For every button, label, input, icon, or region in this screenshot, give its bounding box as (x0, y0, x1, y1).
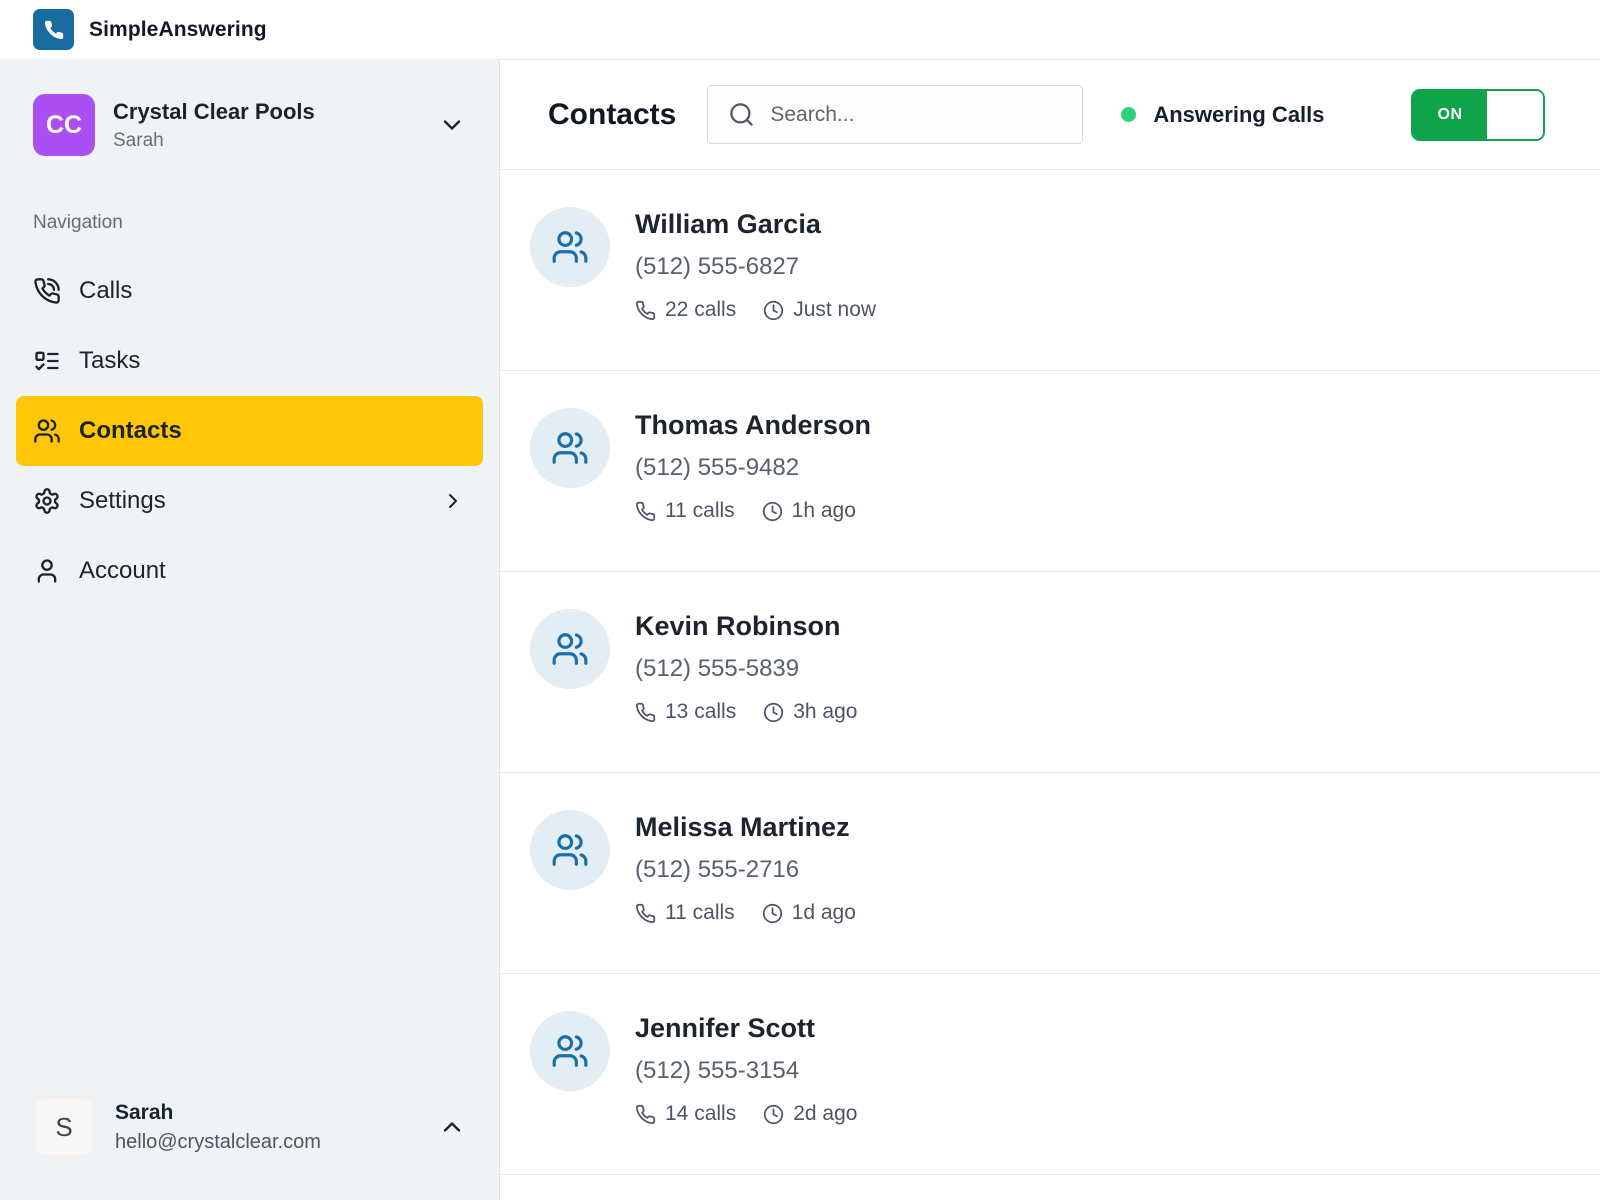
phone-icon (635, 1104, 656, 1125)
chevron-right-icon (441, 489, 465, 513)
contact-phone: (512) 555-6827 (635, 253, 800, 280)
main-header: Contacts Answering Calls ON (500, 60, 1600, 170)
users-icon (551, 831, 589, 869)
contact-name: William Garcia (635, 209, 821, 239)
contact-name: Jennifer Scott (635, 1013, 816, 1043)
contact-last-call: Just now (793, 298, 877, 321)
sidebar-item-label: Tasks (79, 347, 141, 374)
contact-phone: (512) 555-5839 (635, 655, 800, 682)
contact-list: William Garcia (512) 555-6827 22 calls J… (500, 170, 1600, 1200)
clock-icon (762, 501, 783, 522)
contact-calls-count: 22 calls (665, 298, 737, 321)
contact-last-call: 2d ago (793, 1102, 858, 1125)
phone-icon (635, 501, 656, 522)
search-icon (728, 101, 755, 128)
user-menu[interactable]: S Sarah hello@crystalclear.com (0, 1099, 499, 1155)
phone-icon (635, 903, 656, 924)
chevron-down-icon[interactable] (438, 111, 466, 139)
user-name: Sarah (115, 1100, 174, 1124)
contact-calls-count: 11 calls (665, 901, 735, 924)
contact-row[interactable]: Kevin Robinson (512) 555-5839 13 calls 3… (500, 572, 1600, 773)
user-icon (33, 557, 61, 585)
contact-name: Thomas Anderson (635, 410, 872, 440)
sidebar-item-tasks[interactable]: Tasks (16, 326, 483, 396)
search-input[interactable] (770, 102, 1067, 127)
status-label: Answering Calls (1153, 101, 1325, 127)
contact-avatar (530, 609, 610, 689)
topbar: SimpleAnswering (0, 0, 1600, 60)
list-todo-icon (33, 347, 61, 375)
contact-avatar (530, 207, 610, 287)
phone-icon (43, 19, 65, 41)
sidebar-item-account[interactable]: Account (16, 536, 483, 606)
nav-section-label: Navigation (33, 212, 123, 233)
user-avatar: S (36, 1099, 92, 1155)
org-subtitle: Sarah (113, 129, 164, 151)
contact-row[interactable]: Thomas Anderson (512) 555-9482 11 calls (500, 371, 1600, 572)
contact-calls-count: 11 calls (665, 499, 735, 522)
toggle-on-segment[interactable]: ON (1413, 90, 1488, 139)
users-icon (551, 630, 589, 668)
contact-name: Melissa Martinez (635, 812, 850, 842)
answering-toggle[interactable]: ON (1411, 88, 1545, 141)
sidebar-item-label: Contacts (79, 417, 182, 444)
nav-list: Calls Tasks Contacts Settings Account (0, 256, 499, 606)
org-switcher[interactable]: CC Crystal Clear Pools Sarah (0, 94, 499, 156)
phone-icon (635, 300, 656, 321)
contact-last-call: 1h ago (791, 499, 856, 522)
user-email: hello@crystalclear.com (115, 1130, 321, 1153)
users-icon (33, 417, 61, 445)
sidebar: CC Crystal Clear Pools Sarah Navigation … (0, 60, 500, 1200)
app-title: SimpleAnswering (89, 17, 267, 41)
chevron-up-icon[interactable] (438, 1113, 466, 1141)
contact-name: Kevin Robinson (635, 611, 841, 641)
clock-icon (763, 300, 784, 321)
phone-icon (635, 702, 656, 723)
contact-phone: (512) 555-9482 (635, 454, 800, 481)
contact-last-call: 1d ago (791, 901, 856, 924)
sidebar-item-label: Settings (79, 487, 166, 514)
contact-calls-count: 14 calls (665, 1102, 737, 1125)
answering-status: Answering Calls (1121, 101, 1325, 128)
sidebar-item-calls[interactable]: Calls (16, 256, 483, 326)
clock-icon (763, 702, 784, 723)
users-icon (551, 228, 589, 266)
clock-icon (762, 903, 783, 924)
contact-phone: (512) 555-3154 (635, 1057, 800, 1084)
contact-avatar (530, 1011, 610, 1091)
org-avatar: CC (33, 94, 95, 156)
contact-avatar (530, 408, 610, 488)
contact-row[interactable]: Melissa Martinez (512) 555-2716 11 calls (500, 773, 1600, 974)
contact-last-call: 3h ago (793, 700, 858, 723)
contact-row[interactable]: Jennifer Scott (512) 555-3154 14 calls 2… (500, 974, 1600, 1175)
contact-row[interactable]: William Garcia (512) 555-6827 22 calls J… (500, 170, 1600, 371)
app-logo (33, 9, 74, 50)
contact-phone: (512) 555-2716 (635, 856, 800, 883)
sidebar-item-settings[interactable]: Settings (16, 466, 483, 536)
org-name: Crystal Clear Pools (113, 98, 315, 124)
gear-icon (33, 487, 61, 515)
sidebar-item-label: Calls (79, 277, 133, 304)
main-content: Contacts Answering Calls ON (500, 60, 1600, 1200)
contact-calls-count: 13 calls (665, 700, 737, 723)
phone-call-icon (33, 277, 61, 305)
search-box (707, 85, 1084, 144)
contact-row[interactable] (500, 1175, 1600, 1200)
status-dot (1121, 107, 1137, 122)
contact-avatar (530, 810, 610, 890)
sidebar-item-label: Account (79, 557, 166, 584)
sidebar-item-contacts[interactable]: Contacts (16, 396, 483, 466)
users-icon (551, 429, 589, 467)
toggle-off-segment[interactable] (1487, 90, 1543, 139)
page-title: Contacts (548, 97, 677, 131)
users-icon (551, 1032, 589, 1070)
clock-icon (763, 1104, 784, 1125)
